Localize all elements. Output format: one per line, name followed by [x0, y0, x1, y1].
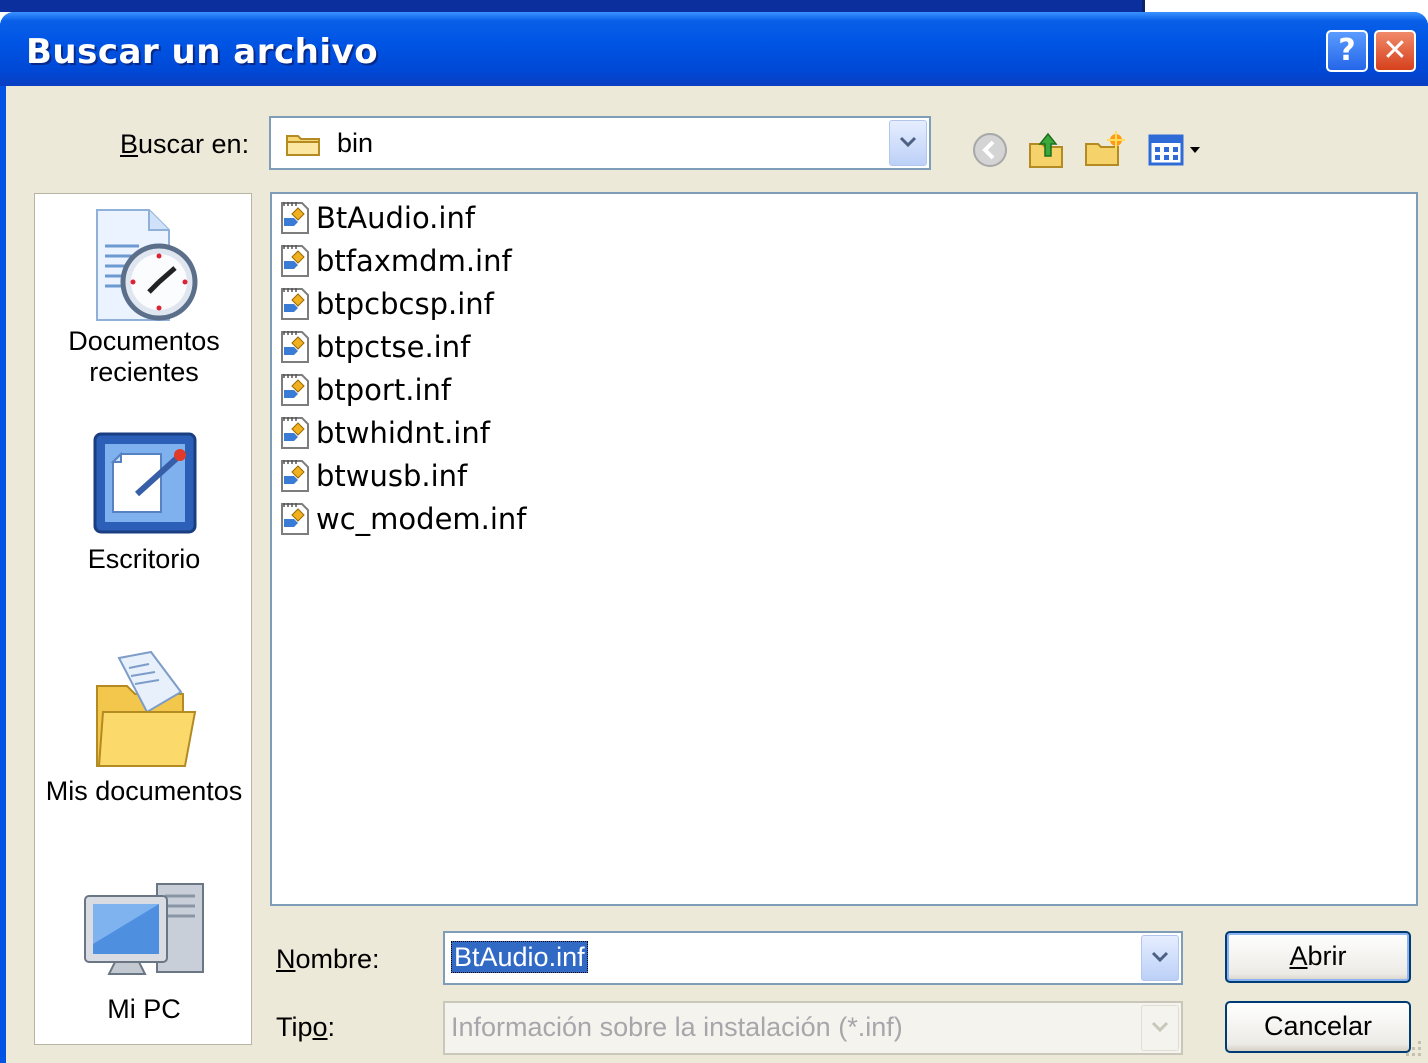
my-computer-icon: [84, 883, 204, 975]
filetype-dropdown-button[interactable]: [1141, 1005, 1179, 1051]
list-item[interactable]: btwusb.inf: [278, 456, 467, 496]
lookin-value: bin: [337, 128, 374, 158]
setup-information-file-icon: [281, 331, 309, 363]
back-icon[interactable]: [968, 128, 1012, 172]
folder-icon: [286, 135, 320, 156]
filename-input[interactable]: BtAudio.inf: [451, 941, 588, 973]
setup-information-file-icon: [281, 417, 309, 449]
filename-combo[interactable]: BtAudio.inf: [443, 931, 1183, 985]
title-bar[interactable]: Buscar un archivo ? ✕: [0, 12, 1428, 86]
help-button[interactable]: ?: [1326, 30, 1368, 72]
chevron-down-icon: [1151, 1021, 1169, 1033]
place-recent-documents[interactable]: Documentos recientes: [35, 206, 253, 388]
list-item[interactable]: BtAudio.inf: [278, 198, 475, 238]
dialog-title: Buscar un archivo: [26, 32, 379, 72]
list-item[interactable]: btport.inf: [278, 370, 451, 410]
chevron-down-icon: [1151, 951, 1169, 963]
resize-grip-icon[interactable]: [1400, 1035, 1424, 1059]
filename-dropdown-button[interactable]: [1141, 935, 1179, 981]
place-label: Escritorio: [87, 544, 201, 574]
close-button[interactable]: ✕: [1374, 30, 1416, 72]
filetype-value: Información sobre la instalación (*.inf): [451, 1012, 903, 1042]
recent-documents-icon: [96, 209, 198, 321]
dialog-body: Buscar en: bin Documentos recientes Escr…: [6, 86, 1428, 1063]
setup-information-file-icon: [281, 503, 309, 535]
place-my-documents[interactable]: Mis documentos: [35, 646, 253, 807]
setup-information-file-icon: [281, 460, 309, 492]
new-folder-icon[interactable]: [1082, 128, 1126, 172]
lookin-combo[interactable]: bin: [269, 116, 931, 170]
open-button[interactable]: Abrir: [1225, 931, 1411, 983]
list-item[interactable]: btwhidnt.inf: [278, 413, 490, 453]
views-menu-icon[interactable]: [1144, 128, 1214, 172]
list-item[interactable]: wc_modem.inf: [278, 499, 527, 539]
list-item[interactable]: btpctse.inf: [278, 327, 470, 367]
filetype-label: Tipo:: [276, 1012, 336, 1042]
place-my-computer[interactable]: Mi PC: [35, 866, 253, 1025]
place-label: Mis documentos: [45, 776, 243, 806]
cancel-button[interactable]: Cancelar: [1225, 1001, 1411, 1053]
list-item[interactable]: btfaxmdm.inf: [278, 241, 512, 281]
list-item[interactable]: btpcbcsp.inf: [278, 284, 494, 324]
filetype-combo[interactable]: Información sobre la instalación (*.inf): [443, 1001, 1183, 1055]
setup-information-file-icon: [281, 374, 309, 406]
place-label: Documentos: [68, 326, 220, 356]
place-desktop[interactable]: Escritorio: [35, 424, 253, 575]
setup-information-file-icon: [281, 245, 309, 277]
file-open-dialog: Buscar un archivo ? ✕ Buscar en: bin Doc…: [0, 12, 1428, 1063]
setup-information-file-icon: [281, 288, 309, 320]
up-folder-icon[interactable]: [1024, 128, 1068, 172]
place-label: Mi PC: [107, 994, 181, 1024]
lookin-dropdown-button[interactable]: [889, 120, 927, 166]
background-window-edge: [0, 0, 1145, 12]
filename-label: Nombre:: [276, 944, 380, 974]
desktop-icon: [93, 432, 197, 534]
setup-information-file-icon: [281, 202, 309, 234]
file-list[interactable]: BtAudio.inf btfaxmdm.inf btpcbcsp.inf bt…: [270, 192, 1418, 906]
chevron-down-icon: [899, 136, 917, 148]
lookin-label: Buscar en:: [120, 129, 250, 159]
places-bar: Documentos recientes Escritorio Mis docu…: [34, 193, 252, 1045]
my-documents-icon: [96, 650, 197, 767]
place-label: recientes: [89, 357, 199, 387]
